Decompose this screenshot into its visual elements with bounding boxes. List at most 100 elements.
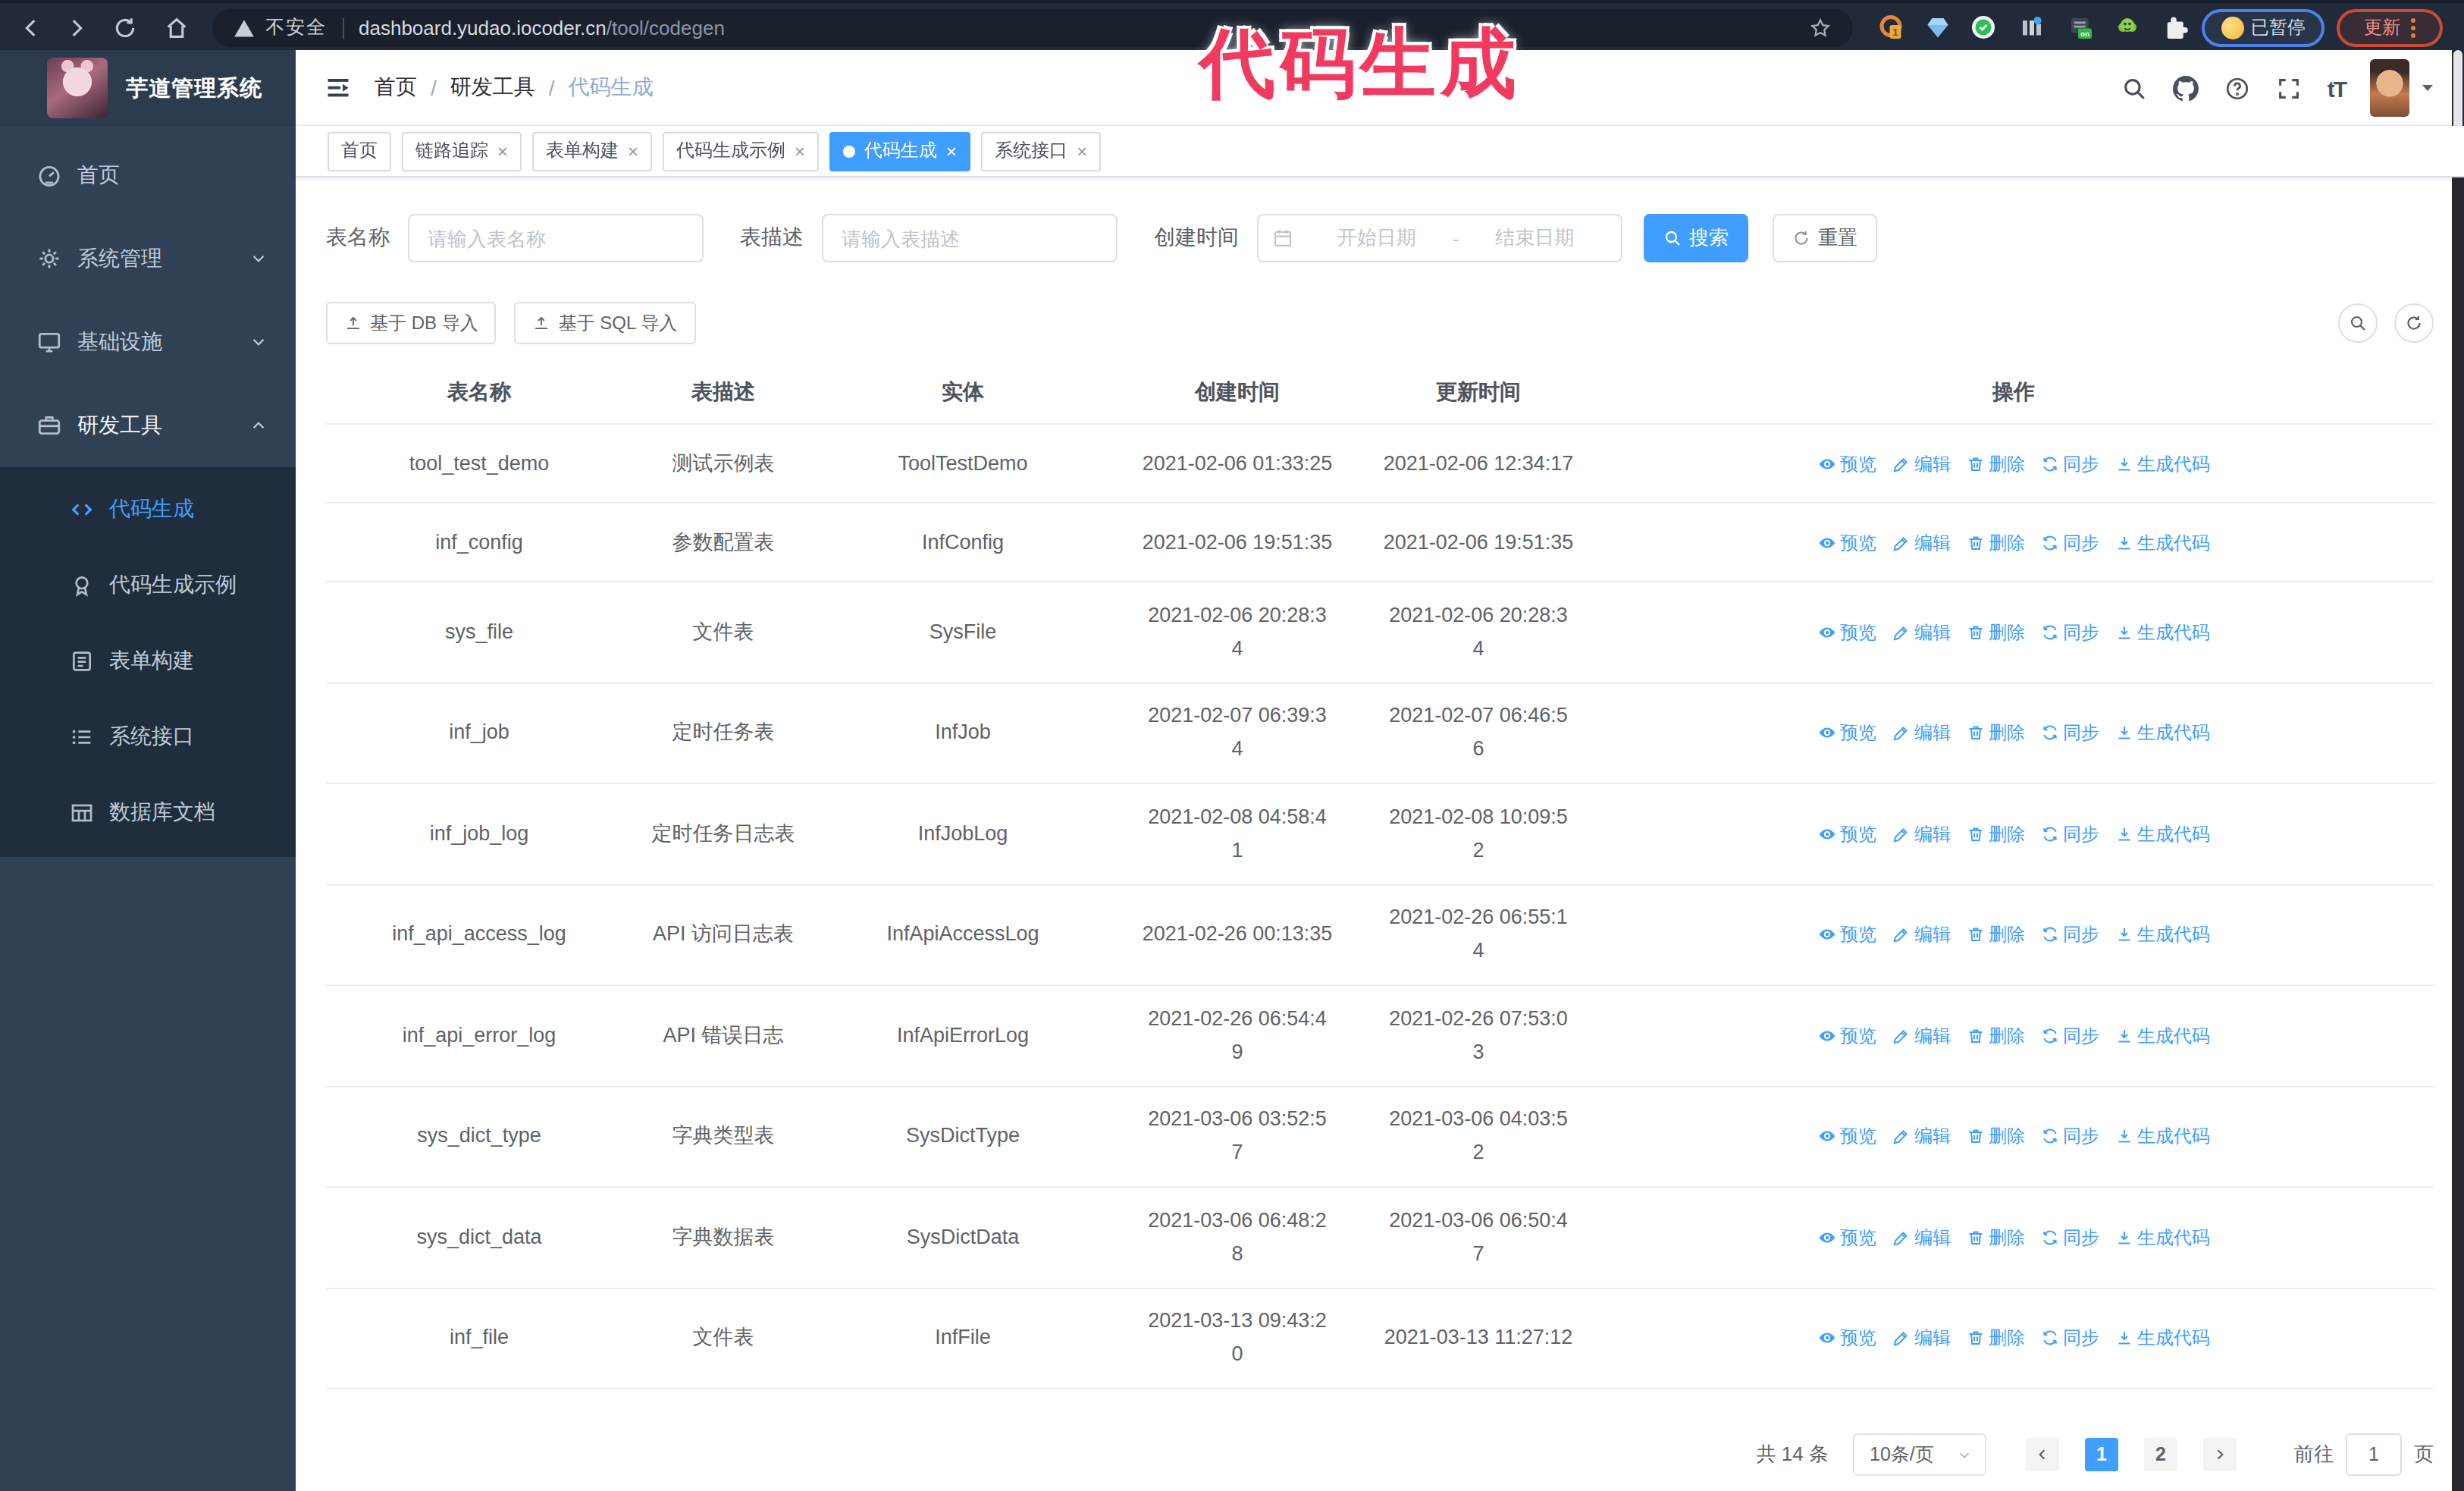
action-sync-link[interactable]: 同步 <box>2040 1322 2099 1355</box>
action-delete-link[interactable]: 删除 <box>1966 616 2025 649</box>
import-db-button[interactable]: 基于 DB 导入 <box>326 302 497 344</box>
extension-monkey-icon[interactable] <box>2114 14 2141 41</box>
extension-on-icon[interactable]: on <box>2067 14 2094 41</box>
sidebar-subitem-3[interactable]: 系统接口 <box>0 699 296 775</box>
tab-2[interactable]: 表单构建× <box>532 131 652 171</box>
action-sync-link[interactable]: 同步 <box>2040 526 2099 559</box>
browser-paused-badge[interactable]: 已暂停 <box>2202 9 2324 47</box>
action-generate-link[interactable]: 生成代码 <box>2114 1019 2210 1053</box>
sidebar-subitem-1[interactable]: 代码生成示例 <box>0 548 296 623</box>
action-sync-link[interactable]: 同步 <box>2040 818 2099 851</box>
action-preview-link[interactable]: 预览 <box>1817 447 1876 480</box>
action-generate-link[interactable]: 生成代码 <box>2114 1322 2210 1355</box>
action-preview-link[interactable]: 预览 <box>1817 1019 1876 1053</box>
font-size-icon[interactable]: tT <box>2328 75 2346 101</box>
breadcrumb-item-0[interactable]: 首页 <box>375 74 417 101</box>
extension-columns-icon[interactable] <box>2018 14 2045 41</box>
tab-close-icon[interactable]: × <box>1077 140 1087 162</box>
start-date-placeholder[interactable]: 开始日期 <box>1304 224 1450 252</box>
sidebar-subitem-2[interactable]: 表单构建 <box>0 623 296 699</box>
refresh-table-button[interactable] <box>2394 303 2434 343</box>
sidebar-item-2[interactable]: 基础设施 <box>0 300 296 384</box>
action-delete-link[interactable]: 删除 <box>1966 918 2025 952</box>
page-size-select[interactable]: 10条/页 <box>1853 1433 1986 1476</box>
action-preview-link[interactable]: 预览 <box>1817 1221 1876 1254</box>
action-edit-link[interactable]: 编辑 <box>1892 616 1951 649</box>
security-label[interactable]: 不安全 <box>265 15 327 41</box>
action-generate-link[interactable]: 生成代码 <box>2114 526 2210 559</box>
sidebar-item-0[interactable]: 首页 <box>0 133 296 217</box>
table-name-input[interactable] <box>408 214 704 262</box>
action-generate-link[interactable]: 生成代码 <box>2114 447 2210 480</box>
tab-5[interactable]: 系统接口× <box>981 131 1101 171</box>
action-sync-link[interactable]: 同步 <box>2040 717 2099 750</box>
action-sync-link[interactable]: 同步 <box>2040 616 2099 649</box>
import-sql-button[interactable]: 基于 SQL 导入 <box>515 302 695 344</box>
table-desc-input[interactable] <box>822 214 1118 262</box>
action-edit-link[interactable]: 编辑 <box>1892 1221 1951 1254</box>
page-scrollbar[interactable] <box>2451 50 2464 1491</box>
fullscreen-icon[interactable] <box>2276 75 2302 101</box>
browser-update-button[interactable]: 更新 <box>2337 9 2443 47</box>
action-sync-link[interactable]: 同步 <box>2040 918 2099 952</box>
tab-3[interactable]: 代码生成示例× <box>663 131 819 171</box>
tab-1[interactable]: 链路追踪× <box>402 131 522 171</box>
action-sync-link[interactable]: 同步 <box>2040 1019 2099 1053</box>
hamburger-icon[interactable] <box>324 74 352 101</box>
action-edit-link[interactable]: 编辑 <box>1892 447 1951 480</box>
goto-page-input[interactable]: 1 <box>2346 1433 2402 1476</box>
sidebar-item-1[interactable]: 系统管理 <box>0 217 296 300</box>
action-delete-link[interactable]: 删除 <box>1966 717 2025 750</box>
action-delete-link[interactable]: 删除 <box>1966 1019 2025 1053</box>
show-search-toggle-button[interactable] <box>2338 303 2378 343</box>
browser-home-icon[interactable] <box>164 15 190 41</box>
breadcrumb-item-1[interactable]: 研发工具 <box>450 74 535 101</box>
action-generate-link[interactable]: 生成代码 <box>2114 717 2210 750</box>
table-row-3[interactable]: inf_job 定时任务表 InfJob 2021-02-07 06:39:34… <box>326 683 2434 784</box>
action-edit-link[interactable]: 编辑 <box>1892 1120 1951 1154</box>
action-generate-link[interactable]: 生成代码 <box>2114 818 2210 851</box>
prev-page-button[interactable] <box>2026 1438 2059 1471</box>
extension-green-icon[interactable] <box>1970 14 1997 41</box>
next-page-button[interactable] <box>2203 1438 2237 1471</box>
create-time-range-picker[interactable]: 开始日期 - 结束日期 <box>1257 214 1622 262</box>
tab-close-icon[interactable]: × <box>497 140 508 162</box>
table-row-5[interactable]: inf_api_access_log API 访问日志表 InfApiAcces… <box>326 885 2434 986</box>
table-row-8[interactable]: sys_dict_data 字典数据表 SysDictData 2021-03-… <box>326 1188 2434 1289</box>
extension-puzzle-icon[interactable] <box>2162 14 2190 41</box>
action-delete-link[interactable]: 删除 <box>1966 818 2025 851</box>
sidebar-subitem-4[interactable]: 数据库文档 <box>0 775 296 851</box>
page-number-1[interactable]: 1 <box>2085 1438 2118 1471</box>
action-delete-link[interactable]: 删除 <box>1966 526 2025 559</box>
table-row-4[interactable]: inf_job_log 定时任务日志表 InfJobLog 2021-02-08… <box>326 784 2434 885</box>
table-row-9[interactable]: inf_file 文件表 InfFile 2021-03-13 09:43:20… <box>326 1289 2434 1389</box>
extension-gem-icon[interactable] <box>1924 14 1951 41</box>
address-bar[interactable]: 不安全 dashboard.yudao.iocoder.cn/tool/code… <box>212 9 1853 47</box>
action-edit-link[interactable]: 编辑 <box>1892 717 1951 750</box>
github-icon[interactable] <box>2173 75 2199 101</box>
header-search-icon[interactable] <box>2121 75 2147 101</box>
action-preview-link[interactable]: 预览 <box>1817 918 1876 952</box>
table-row-1[interactable]: inf_config 参数配置表 InfConfig 2021-02-06 19… <box>326 504 2434 582</box>
page-number-2[interactable]: 2 <box>2144 1438 2177 1471</box>
tab-4[interactable]: 代码生成× <box>829 131 970 171</box>
action-preview-link[interactable]: 预览 <box>1817 1322 1876 1355</box>
sidebar-subitem-0[interactable]: 代码生成 <box>0 472 296 548</box>
browser-reload-icon[interactable] <box>112 15 138 41</box>
action-edit-link[interactable]: 编辑 <box>1892 1322 1951 1355</box>
action-preview-link[interactable]: 预览 <box>1817 1120 1876 1154</box>
avatar-caret-icon[interactable] <box>2419 79 2437 97</box>
action-delete-link[interactable]: 删除 <box>1966 1322 2025 1355</box>
url-text[interactable]: dashboard.yudao.iocoder.cn/tool/codegen <box>359 17 725 39</box>
avatar[interactable] <box>2370 59 2409 117</box>
action-generate-link[interactable]: 生成代码 <box>2114 1120 2210 1154</box>
bookmark-star-icon[interactable] <box>1809 17 1832 39</box>
action-edit-link[interactable]: 编辑 <box>1892 526 1951 559</box>
tab-close-icon[interactable]: × <box>628 140 638 162</box>
table-row-7[interactable]: sys_dict_type 字典类型表 SysDictType 2021-03-… <box>326 1087 2434 1188</box>
tab-close-icon[interactable]: × <box>795 140 805 162</box>
action-sync-link[interactable]: 同步 <box>2040 1221 2099 1254</box>
table-row-6[interactable]: inf_api_error_log API 错误日志 InfApiErrorLo… <box>326 986 2434 1087</box>
sidebar-item-3[interactable]: 研发工具 <box>0 384 296 467</box>
action-sync-link[interactable]: 同步 <box>2040 1120 2099 1154</box>
